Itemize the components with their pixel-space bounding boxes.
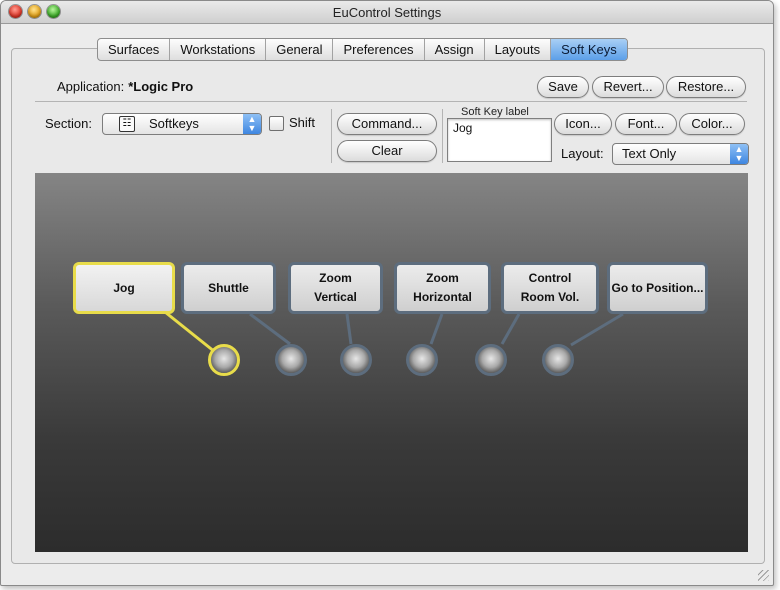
title-bar[interactable]: EuControl Settings [1, 1, 773, 24]
connector-go-to-position [570, 312, 624, 347]
softkey-label-line1: Zoom [426, 271, 459, 285]
divider-left [331, 109, 332, 163]
connector-lines [164, 310, 624, 362]
color-button[interactable]: Color... [679, 113, 745, 135]
softkey-label-line1: Zoom [319, 271, 352, 285]
section-select-value: Softkeys [149, 116, 199, 131]
connector-shuttle [249, 312, 291, 346]
encoder-knob-4[interactable] [406, 344, 438, 376]
application-name: *Logic Pro [128, 79, 194, 94]
softkey-label-line2: Vertical [314, 290, 357, 304]
soft-key-label-caption: Soft Key label [461, 106, 529, 118]
encoder-knob-6[interactable] [542, 344, 574, 376]
softkey-label: Shuttle [208, 280, 249, 295]
shift-checkbox[interactable] [269, 116, 284, 131]
icon-button[interactable]: Icon... [554, 113, 612, 135]
softkey-control-room-vol[interactable]: Control Room Vol. [501, 262, 599, 314]
encoder-knob-3[interactable] [340, 344, 372, 376]
encoder-knob-5[interactable] [475, 344, 507, 376]
layout-select-value: Text Only [622, 146, 677, 161]
tab-surfaces[interactable]: Surfaces [98, 39, 171, 60]
command-button[interactable]: Command... [337, 113, 437, 135]
settings-window: EuControl Settings Surfaces Workstations… [0, 0, 774, 586]
softkey-label: Jog [113, 280, 135, 295]
layout-select[interactable]: Text Only ▲ ▼ [612, 143, 749, 165]
save-button[interactable]: Save [537, 76, 589, 98]
tab-assign[interactable]: Assign [425, 39, 485, 60]
window-title: EuControl Settings [332, 5, 442, 20]
softkey-zoom-horizontal[interactable]: Zoom Horizontal [394, 262, 491, 314]
soft-key-label-field[interactable]: Jog [447, 118, 552, 162]
section-select[interactable]: ☷ Softkeys ▲ ▼ [102, 113, 262, 135]
tab-bar: Surfaces Workstations General Preference… [97, 38, 628, 61]
toolbar-divider [35, 101, 747, 102]
shift-label: Shift [289, 115, 316, 130]
tab-workstations[interactable]: Workstations [170, 39, 267, 60]
softkey-label: Go to Position... [611, 280, 704, 295]
softkey-label-line2: Horizontal [413, 290, 472, 304]
connector-zoom-vertical [345, 313, 353, 345]
section-label: Section: [45, 116, 92, 131]
encoder-knob-1[interactable] [208, 344, 240, 376]
softkey-label-line2: Room Vol. [520, 290, 580, 304]
tab-preferences[interactable]: Preferences [333, 39, 425, 60]
softkey-go-to-position[interactable]: Go to Position... [607, 262, 708, 314]
application-label: Application: [57, 79, 125, 94]
softkey-zoom-vertical[interactable]: Zoom Vertical [288, 262, 383, 314]
application-row: Application: *Logic Pro [57, 79, 193, 94]
layout-label: Layout: [561, 146, 604, 161]
revert-button[interactable]: Revert... [592, 76, 664, 98]
softkeys-icon: ☷ [119, 116, 135, 132]
encoder-knob-2[interactable] [275, 344, 307, 376]
resize-grip-icon[interactable] [758, 570, 769, 581]
connector-zoom-horizontal [429, 313, 444, 345]
tab-general[interactable]: General [266, 39, 334, 60]
tab-layouts[interactable]: Layouts [485, 39, 552, 60]
soft-key-canvas: Jog Shuttle Zoom Vertical Zoom Horizontal … [35, 173, 748, 552]
softkey-shuttle[interactable]: Shuttle [181, 262, 276, 314]
softkey-jog[interactable]: Jog [73, 262, 175, 314]
tab-soft-keys[interactable]: Soft Keys [551, 39, 627, 60]
select-arrows-icon: ▲ ▼ [730, 144, 748, 164]
connector-control-room [500, 313, 521, 345]
restore-button[interactable]: Restore... [666, 76, 746, 98]
font-button[interactable]: Font... [615, 113, 677, 135]
softkey-label-line1: Control [528, 271, 572, 285]
select-arrows-icon: ▲ ▼ [243, 114, 261, 134]
divider-right [442, 109, 443, 163]
clear-button[interactable]: Clear [337, 140, 437, 162]
